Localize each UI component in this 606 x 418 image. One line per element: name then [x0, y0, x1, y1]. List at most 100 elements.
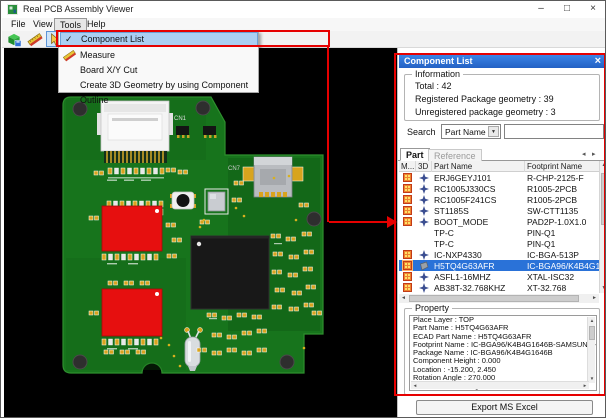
property-list[interactable]: Place Layer : TOP Part Name : H5TQ4G63AF… [409, 315, 597, 391]
table-row[interactable]: BOOT_MODE PAD2P-1.0X1.0 [399, 216, 599, 227]
search-label: Search [407, 127, 436, 137]
information-label: Information [412, 69, 463, 79]
maximize-button[interactable]: □ [555, 1, 579, 17]
scroll-left-icon[interactable]: ◄ [411, 382, 419, 390]
check-icon: ✓ [65, 33, 73, 46]
cn1-connector[interactable] [97, 101, 173, 163]
menu-item-component-list[interactable]: ✓ Component List [60, 32, 258, 47]
footprint-icon [403, 217, 412, 226]
menu-item-board-xy-cut[interactable]: Board X/Y Cut [60, 63, 258, 78]
information-groupbox: Information Total : 42 Registered Packag… [404, 74, 600, 121]
table-row[interactable]: RC1005F241CS R1005-2PCB [399, 194, 599, 205]
chevron-down-icon[interactable]: ▼ [488, 126, 499, 137]
scrollbar-thumb[interactable] [589, 326, 595, 340]
scroll-right-icon[interactable]: ► [590, 294, 599, 303]
push-button[interactable] [170, 192, 196, 209]
header-3d[interactable]: 3D [416, 161, 432, 172]
combobox-value: Part Name [445, 127, 486, 137]
property-label: Property [412, 303, 452, 313]
3d-geometry-icon [419, 206, 429, 216]
cn1-label: CN1 [174, 116, 187, 122]
red-module-2[interactable] [102, 289, 162, 336]
info-total: Total : 42 [415, 81, 452, 91]
scroll-down-icon[interactable]: ▼ [600, 284, 606, 293]
export-ms-excel-button[interactable]: Export MS Excel [416, 400, 593, 415]
3d-geometry-icon [419, 217, 429, 227]
crystal-component[interactable] [205, 189, 228, 214]
scroll-up-icon[interactable]: ▲ [588, 317, 596, 325]
table-row[interactable]: ASFL1-16MHZ XTAL-ISC32 [399, 271, 599, 282]
3d-geometry-icon [419, 250, 429, 260]
footprint-icon [403, 173, 412, 182]
3d-geometry-icon [419, 195, 429, 205]
table-row[interactable]: ST1185S SW-CTT1135 [399, 205, 599, 216]
tab-part[interactable]: Part [400, 148, 430, 161]
measure-tool-button[interactable] [26, 31, 44, 47]
3d-geometry-icon [419, 184, 429, 194]
3d-prism-icon [419, 261, 429, 271]
app-window: Real PCB Assembly Viewer – □ × File View… [0, 0, 606, 418]
menu-bar: File View Tools Help [2, 18, 606, 31]
close-button[interactable]: × [581, 1, 605, 17]
panel-titlebar[interactable]: Component List × [399, 54, 606, 68]
menu-item-measure[interactable]: Measure [60, 48, 258, 63]
table-row[interactable]: IC-NXP4330 IC-BGA-513P [399, 249, 599, 260]
3d-geometry-icon [419, 173, 429, 183]
property-vertical-scrollbar[interactable]: ▲ ▼ [587, 317, 595, 383]
menu-file[interactable]: File [6, 18, 31, 31]
footprint-icon [403, 261, 412, 270]
minimize-button[interactable]: – [529, 1, 553, 17]
save-3d-model-button[interactable] [5, 31, 23, 47]
scroll-down-icon[interactable]: ▼ [588, 375, 596, 383]
tab-scroll-left-icon[interactable]: ◂ [582, 150, 586, 158]
info-unregistered: Unregistered package geometry : 3 [415, 107, 556, 117]
scroll-up-icon[interactable]: ▲ [600, 161, 606, 170]
table-row[interactable]: TP-C PIN-Q1 [399, 227, 599, 238]
component-table: ERJ6GEYJ101 R-CHP-2125-F RC1005J330CS R1… [399, 172, 599, 293]
component-list-panel: Component List × Information Total : 42 … [397, 48, 606, 418]
table-row[interactable]: TP-C PIN-Q1 [399, 238, 599, 249]
footprint-icon [403, 283, 412, 292]
footprint-icon [403, 272, 412, 281]
menu-item-create-3d-geometry[interactable]: Create 3D Geometry by using Component Ou… [60, 78, 258, 93]
tab-scroll-right-icon[interactable]: ▸ [592, 150, 596, 158]
panel-close-icon[interactable]: × [595, 54, 601, 68]
menu-view[interactable]: View [28, 18, 57, 31]
property-horizontal-scrollbar[interactable]: ◄ ► [411, 381, 589, 389]
red-module-1[interactable] [102, 206, 162, 251]
tools-dropdown-menu: ✓ Component List Measure Board X/Y Cut C… [58, 31, 259, 93]
scrollbar-thumb[interactable] [601, 173, 606, 225]
save-3d-cube-icon [6, 32, 22, 47]
table-row[interactable]: AB38T-32.768KHZ XT-32.768 [399, 282, 599, 293]
header-part-name[interactable]: Part Name [432, 161, 525, 172]
3d-geometry-icon [419, 283, 429, 293]
footprint-icon [403, 195, 412, 204]
menu-help[interactable]: Help [82, 18, 111, 31]
property-groupbox: Property Place Layer : TOP Part Name : H… [404, 308, 600, 395]
footprint-icon [403, 206, 412, 215]
window-titlebar[interactable]: Real PCB Assembly Viewer – □ × [1, 1, 605, 18]
table-horizontal-scrollbar[interactable]: ◄ ► [399, 294, 599, 303]
measure-icon [27, 32, 43, 47]
info-registered: Registered Package geometry : 39 [415, 94, 554, 104]
scroll-right-icon[interactable]: ► [581, 382, 589, 390]
table-header: M... 3D Part Name Footprint Name [399, 161, 599, 172]
table-vertical-scrollbar[interactable]: ▲ ▼ [599, 161, 606, 293]
table-row[interactable]: ERJ6GEYJ101 R-CHP-2125-F [399, 172, 599, 183]
tab-strip: Part Reference ◂ ▸ [398, 148, 606, 161]
cn7-label: CN7 [228, 166, 241, 172]
search-input[interactable] [504, 124, 604, 139]
3d-geometry-icon [419, 272, 429, 282]
footprint-icon [403, 184, 412, 193]
window-title: Real PCB Assembly Viewer [23, 4, 133, 14]
footprint-icon [403, 250, 412, 259]
tab-reference[interactable]: Reference [428, 149, 482, 161]
table-row-selected[interactable]: H5TQ4G63AFR IC-BGA96/K4B4G1646B-SAMSUNG-… [399, 260, 599, 271]
main-chip[interactable] [191, 236, 269, 309]
header-mounted[interactable]: M... [399, 161, 416, 172]
scrollbar-thumb[interactable] [409, 295, 579, 302]
scroll-left-icon[interactable]: ◄ [399, 294, 408, 303]
search-field-combobox[interactable]: Part Name ▼ [441, 124, 501, 139]
header-footprint[interactable]: Footprint Name [525, 161, 599, 172]
table-row[interactable]: RC1005J330CS R1005-2PCB [399, 183, 599, 194]
